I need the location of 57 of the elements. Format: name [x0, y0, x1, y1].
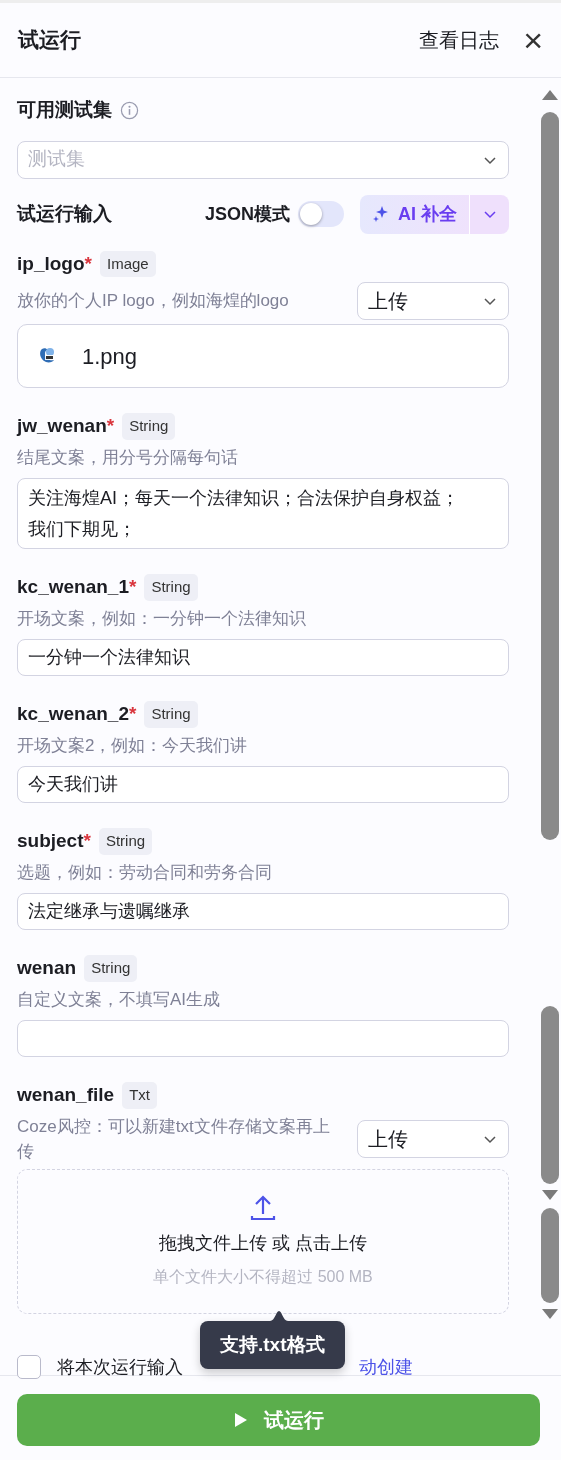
required-mark: *: [83, 829, 91, 854]
sparkle-icon: [372, 205, 390, 223]
type-tag: Txt: [122, 1082, 157, 1109]
checkbox[interactable]: [17, 1355, 41, 1380]
drop-hint: 拖拽文件上传 或 点击上传: [159, 1231, 367, 1255]
section-label: 可用测试集: [17, 98, 112, 122]
view-log-link[interactable]: 查看日志: [419, 25, 500, 55]
required-mark: *: [84, 251, 92, 276]
field-description: 开场文案2，例如：今天我们讲: [17, 734, 249, 757]
panel-title: 试运行: [18, 27, 81, 54]
required-mark: *: [106, 414, 115, 438]
type-tag: Image: [99, 250, 156, 277]
field-description: 放你的个人IP logo，例如海煌的logo: [17, 290, 290, 313]
input-field[interactable]: 法定继承与遗嘱继承: [17, 893, 509, 931]
field-name: kc_wenan_1: [17, 575, 129, 600]
section-label: 试运行输入: [17, 201, 112, 226]
field-name: wenan: [17, 956, 77, 981]
input-field[interactable]: [17, 1020, 509, 1058]
file-drop-zone[interactable]: 拖拽文件上传 或 点击上传 单个文件大小不得超过 500 MB: [17, 1168, 509, 1314]
type-tag: String: [144, 701, 198, 728]
close-button[interactable]: ×: [523, 23, 543, 57]
type-tag: String: [144, 574, 198, 601]
field-name: subject: [17, 829, 84, 854]
upload-mode-select[interactable]: 上传: [357, 1120, 509, 1159]
tooltip: 支持.txt格式: [200, 1310, 345, 1370]
field-name: wenan_file: [17, 1083, 115, 1108]
uploaded-file[interactable]: 1.png: [17, 324, 509, 388]
input-field[interactable]: 一分钟一个法律知识: [17, 639, 509, 677]
required-mark: *: [128, 702, 137, 727]
field-description: 开场文案，例如：一分钟一个法律知识: [17, 607, 307, 630]
checkbox-label: 将本次运行输入: [57, 1355, 183, 1379]
field-description: 结尾文案，用分号分隔每句话: [17, 446, 239, 469]
input-field[interactable]: 关注海煌AI；每天一个法律知识；合法保护自身权益；我们下期见；: [17, 478, 509, 550]
tooltip-arrow-icon: [270, 1310, 288, 1321]
size-limit-text: 单个文件大小不得超过 500 MB: [153, 1266, 373, 1287]
field-name: kc_wenan_2: [17, 702, 129, 727]
ai-complete-button[interactable]: AI 补全: [360, 194, 469, 234]
field-description: 选题，例如：劳动合同和劳务合同: [17, 861, 273, 884]
scroll-up-arrow[interactable]: [542, 90, 558, 100]
input-field[interactable]: 今天我们讲: [17, 766, 509, 804]
field-description: Coze风控：可以新建txt文件存储文案再上传: [17, 1115, 331, 1164]
field-description: 自定义文案，不填写AI生成: [17, 988, 222, 1011]
json-mode-toggle[interactable]: [298, 201, 344, 227]
type-tag: String: [98, 828, 153, 855]
scroll-down-arrow[interactable]: [542, 1309, 558, 1319]
upload-mode-select[interactable]: 上传: [357, 282, 509, 320]
required-mark: *: [128, 575, 137, 600]
type-tag: String: [84, 955, 138, 982]
upload-icon: [250, 1193, 276, 1222]
type-tag: String: [122, 413, 176, 440]
field-name: jw_wenan: [17, 414, 107, 438]
info-icon[interactable]: [120, 100, 139, 120]
scroll-down-arrow[interactable]: [542, 1190, 558, 1200]
create-link[interactable]: 动创建: [359, 1353, 413, 1381]
toggle-label: JSON模式: [204, 202, 290, 226]
field-name: ip_logo: [17, 251, 85, 276]
play-icon: [233, 1412, 248, 1428]
